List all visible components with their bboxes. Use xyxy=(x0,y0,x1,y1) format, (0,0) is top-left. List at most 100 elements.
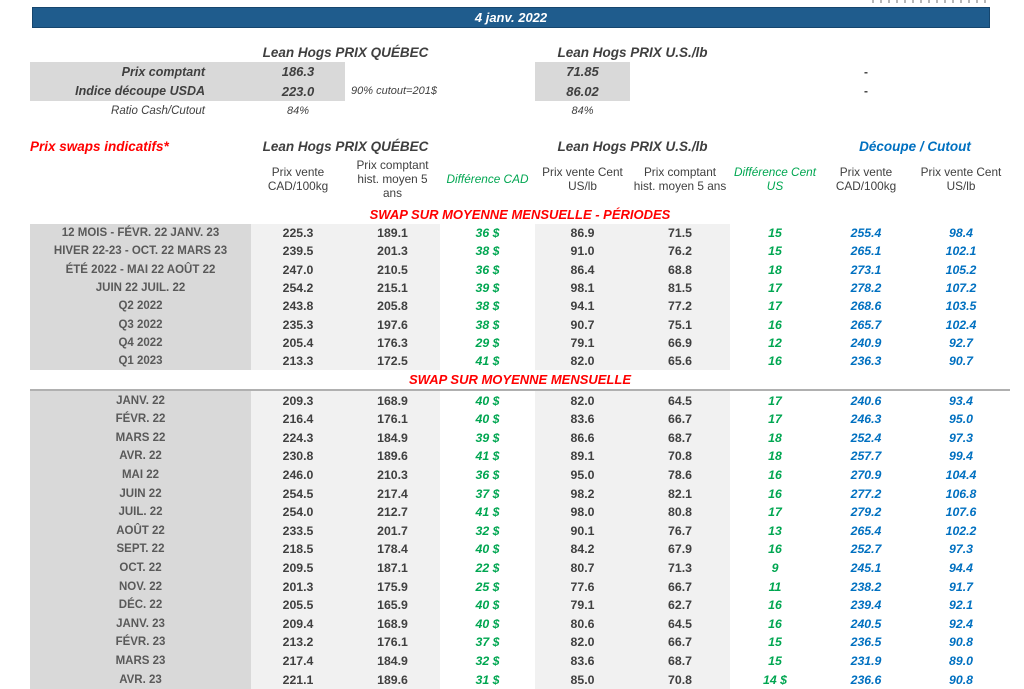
cell-hist-moyen-cad: 197.6 xyxy=(345,315,440,333)
cell-prix-vente-cad: 213.2 xyxy=(251,633,345,652)
cell-difference-us: 15 xyxy=(730,242,820,260)
cell-difference-cad: 40 $ xyxy=(440,391,535,410)
swap-data-sections: SWAP SUR MOYENNE MENSUELLE - PÉRIODES12 … xyxy=(30,204,1010,689)
spot-price-section: Lean Hogs PRIX QUÉBEC Lean Hogs PRIX U.S… xyxy=(30,42,1010,121)
cell-prix-vente-us: 95.0 xyxy=(535,466,630,485)
row-label: ÉTÉ 2022 - MAI 22 AOÛT 22 xyxy=(30,261,251,279)
cell-difference-cad: 29 $ xyxy=(440,334,535,352)
cell-cutout-us: 102.4 xyxy=(912,315,1010,333)
cell-cutout-cad: 236.5 xyxy=(820,633,912,652)
hog-price-report: 4 janv. 2022 Lean Hogs PRIX QUÉBEC Lean … xyxy=(0,0,1024,688)
table-row: AVR. 23221.1189.631 $85.070.814 $236.690… xyxy=(30,670,1010,689)
cell-prix-vente-cad: 221.1 xyxy=(251,670,345,689)
cell-cutout-us: 92.7 xyxy=(912,334,1010,352)
cell-hist-moyen-cad: 210.5 xyxy=(345,261,440,279)
cell-cutout-cad: 236.6 xyxy=(820,670,912,689)
cell-prix-vente-cad: 205.5 xyxy=(251,596,345,615)
row-label: FÉVR. 23 xyxy=(30,633,251,652)
cell-cutout-cad: 273.1 xyxy=(820,261,912,279)
cell-difference-us: 16 xyxy=(730,315,820,333)
cell-prix-vente-cad: 254.5 xyxy=(251,484,345,503)
row-label: MAI 22 xyxy=(30,466,251,485)
cell-difference-us: 17 xyxy=(730,410,820,429)
col-header-hist-us: Prix comptant hist. moyen 5 ans xyxy=(630,156,730,204)
cell-cutout-cad: 279.2 xyxy=(820,503,912,522)
cell-prix-vente-us: 90.7 xyxy=(535,315,630,333)
cell-prix-vente-us: 94.1 xyxy=(535,297,630,315)
cell-hist-moyen-us: 67.9 xyxy=(630,540,730,559)
cell-hist-moyen-us: 66.9 xyxy=(630,334,730,352)
cell-cutout-cad: 236.3 xyxy=(820,352,912,370)
cell-difference-cad: 41 $ xyxy=(440,447,535,466)
cell-prix-vente-us: 86.9 xyxy=(535,224,630,242)
cell-prix-vente-us: 84.2 xyxy=(535,540,630,559)
cell-difference-cad: 25 $ xyxy=(440,577,535,596)
table-row: AVR. 22230.8189.641 $89.170.818257.799.4 xyxy=(30,447,1010,466)
cell-hist-moyen-cad: 215.1 xyxy=(345,279,440,297)
col-header-prix-vente-us: Prix vente Cent US/lb xyxy=(535,156,630,204)
cell-difference-us: 16 xyxy=(730,484,820,503)
cell-hist-moyen-cad: 205.8 xyxy=(345,297,440,315)
cell-hist-moyen-cad: 217.4 xyxy=(345,484,440,503)
cell-difference-cad: 40 $ xyxy=(440,615,535,634)
cell-hist-moyen-cad: 210.3 xyxy=(345,466,440,485)
cell-difference-cad: 32 $ xyxy=(440,522,535,541)
row-label: 12 MOIS - FÉVR. 22 JANV. 23 xyxy=(30,224,251,242)
quebec-cutout-index-value: 223.0 xyxy=(251,82,345,102)
table-row: JANV. 22209.3168.940 $82.064.517240.693.… xyxy=(30,391,1010,410)
cutout-note: 90% cutout=201$ xyxy=(345,82,535,102)
cell-prix-vente-cad: 216.4 xyxy=(251,410,345,429)
col-header-difference-cad: Différence CAD xyxy=(440,156,535,204)
cell-difference-us: 13 xyxy=(730,522,820,541)
cell-cutout-cad: 246.3 xyxy=(820,410,912,429)
cell-hist-moyen-us: 68.7 xyxy=(630,429,730,448)
table-row: Q1 2023213.3172.541 $82.065.616236.390.7 xyxy=(30,352,1010,370)
quebec-swaps-title: Lean Hogs PRIX QUÉBEC xyxy=(251,136,440,156)
cell-cutout-cad: 240.6 xyxy=(820,391,912,410)
row-label: JUIN 22 xyxy=(30,484,251,503)
col-header-cutout-cad: Prix vente CAD/100kg xyxy=(820,156,912,204)
cell-cutout-cad: 265.4 xyxy=(820,522,912,541)
cell-prix-vente-us: 82.0 xyxy=(535,633,630,652)
cell-prix-vente-us: 79.1 xyxy=(535,334,630,352)
col-header-prix-vente-cad: Prix vente CAD/100kg xyxy=(251,156,345,204)
cell-prix-vente-cad: 217.4 xyxy=(251,652,345,671)
cell-cutout-us: 90.8 xyxy=(912,670,1010,689)
cell-hist-moyen-us: 71.3 xyxy=(630,559,730,578)
cell-hist-moyen-cad: 178.4 xyxy=(345,540,440,559)
cell-hist-moyen-us: 77.2 xyxy=(630,297,730,315)
cell-prix-vente-us: 83.6 xyxy=(535,410,630,429)
cell-prix-vente-cad: 254.2 xyxy=(251,279,345,297)
cell-cutout-cad: 240.9 xyxy=(820,334,912,352)
cell-prix-vente-cad: 224.3 xyxy=(251,429,345,448)
cell-cutout-us: 97.3 xyxy=(912,429,1010,448)
cell-difference-us: 18 xyxy=(730,429,820,448)
cell-cutout-us: 98.4 xyxy=(912,224,1010,242)
table-row: SEPT. 22218.5178.440 $84.267.916252.797.… xyxy=(30,540,1010,559)
cell-difference-cad: 36 $ xyxy=(440,224,535,242)
table-row: Q2 2022243.8205.838 $94.177.217268.6103.… xyxy=(30,297,1010,315)
cell-hist-moyen-us: 64.5 xyxy=(630,615,730,634)
swap-section-rows: 12 MOIS - FÉVR. 22 JANV. 23225.3189.136 … xyxy=(30,224,1010,370)
cell-prix-vente-cad: 239.5 xyxy=(251,242,345,260)
cell-difference-us: 16 xyxy=(730,596,820,615)
table-row: NOV. 22201.3175.925 $77.666.711238.291.7 xyxy=(30,577,1010,596)
cell-cutout-us: 102.2 xyxy=(912,522,1010,541)
us-ratio-value: 84% xyxy=(535,101,630,121)
row-label: AVR. 22 xyxy=(30,447,251,466)
column-header-row: Prix vente CAD/100kg Prix comptant hist.… xyxy=(30,156,1010,204)
table-row: JUIN 22254.5217.437 $98.282.116277.2106.… xyxy=(30,484,1010,503)
cell-prix-vente-us: 98.0 xyxy=(535,503,630,522)
cell-prix-vente-cad: 205.4 xyxy=(251,334,345,352)
cell-hist-moyen-us: 75.1 xyxy=(630,315,730,333)
cutout-dash: - xyxy=(820,62,912,82)
cell-cutout-us: 104.4 xyxy=(912,466,1010,485)
cell-difference-us: 17 xyxy=(730,391,820,410)
swap-section-title: SWAP SUR MOYENNE MENSUELLE - PÉRIODES xyxy=(30,204,1010,224)
table-row: MARS 23217.4184.932 $83.668.715231.989.0 xyxy=(30,652,1010,671)
table-row: AOÛT 22233.5201.732 $90.176.713265.4102.… xyxy=(30,522,1010,541)
cell-prix-vente-us: 80.6 xyxy=(535,615,630,634)
swap-section-rows: JANV. 22209.3168.940 $82.064.517240.693.… xyxy=(30,391,1010,689)
cell-hist-moyen-cad: 184.9 xyxy=(345,652,440,671)
cell-difference-cad: 38 $ xyxy=(440,315,535,333)
